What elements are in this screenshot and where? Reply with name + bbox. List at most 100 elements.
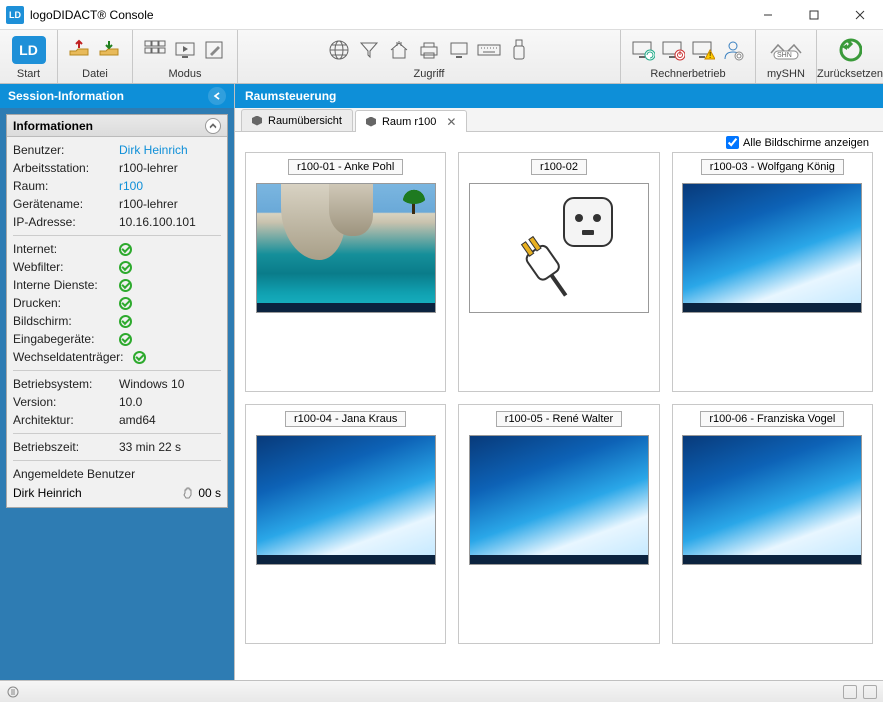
toolbar-label-datei: Datei (82, 68, 108, 80)
show-all-label: Alle Bildschirme anzeigen (743, 137, 869, 149)
screen-r100-04[interactable]: r100-04 - Jana Kraus (245, 404, 446, 644)
value-os: Windows 10 (119, 377, 184, 391)
value-uptime: 33 min 22 s (119, 440, 181, 454)
usb-icon[interactable] (507, 38, 531, 62)
tab-raumuebersicht[interactable]: Raumübersicht (241, 109, 353, 131)
svg-text:!: ! (709, 51, 711, 60)
close-button[interactable] (837, 0, 883, 30)
app-logo-icon: LD (6, 6, 24, 24)
toolbar-label-myshn: mySHN (767, 68, 805, 80)
collect-file-icon[interactable] (98, 38, 122, 62)
screen-r100-02[interactable]: r100-02 (458, 152, 659, 392)
globe-icon[interactable] (327, 38, 351, 62)
play-screen-icon[interactable] (173, 38, 197, 62)
value-geraetename: r100-lehrer (119, 197, 178, 211)
screen-r100-03[interactable]: r100-03 - Wolfgang König (672, 152, 873, 392)
value-raum[interactable]: r100 (119, 179, 143, 193)
label-raum: Raum: (13, 179, 119, 193)
label-os: Betriebsystem: (13, 377, 119, 391)
monitor-icon[interactable] (447, 38, 471, 62)
label-bildschirm: Bildschirm: (13, 314, 119, 328)
start-logo-icon: LD (12, 36, 46, 64)
close-tab-icon[interactable]: ✕ (446, 115, 456, 129)
collapse-sidebar-button[interactable] (208, 87, 226, 105)
screen-label: r100-04 - Jana Kraus (285, 411, 406, 427)
screen-label: r100-05 - René Walter (496, 411, 622, 427)
keyboard-icon[interactable] (477, 38, 501, 62)
toolbar-group-rechnerbetrieb: ! Rechnerbetrieb (621, 30, 756, 83)
value-ip: 10.16.100.101 (119, 215, 196, 229)
show-all-checkbox[interactable]: Alle Bildschirme anzeigen (726, 136, 869, 149)
label-eingabe: Eingabegeräte: (13, 332, 119, 346)
collapse-info-button[interactable] (205, 118, 221, 134)
hand-icon (182, 487, 194, 499)
label-arch: Architektur: (13, 413, 119, 427)
edit-icon[interactable] (203, 38, 227, 62)
tab-raum-r100[interactable]: Raum r100✕ (355, 110, 467, 132)
info-panel-title: Informationen (13, 119, 93, 133)
distribute-file-icon[interactable] (68, 38, 92, 62)
check-icon (119, 333, 132, 346)
toolbar-group-modus: Modus (133, 30, 238, 83)
status-left-icon[interactable] (6, 685, 20, 699)
titlebar: LD logoDIDACT® Console (0, 0, 883, 30)
check-icon (119, 261, 132, 274)
user-icon[interactable] (721, 38, 745, 62)
check-icon (119, 315, 132, 328)
statusbar (0, 680, 883, 702)
check-icon (133, 351, 146, 364)
content-header: Raumsteuerung (235, 84, 883, 108)
cube-icon (366, 117, 376, 127)
check-icon (119, 279, 132, 292)
tab-label: Raumübersicht (268, 115, 342, 127)
value-benutzer[interactable]: Dirk Heinrich (119, 143, 188, 157)
unplugged-icon (494, 188, 624, 308)
screens-grid-icon[interactable] (143, 38, 167, 62)
house-icon[interactable] (387, 38, 411, 62)
toolbar-label-rechnerbetrieb: Rechnerbetrieb (650, 68, 725, 80)
toolbar-group-datei: Datei (58, 30, 133, 83)
minimize-button[interactable] (745, 0, 791, 30)
label-arbeitsstation: Arbeitsstation: (13, 161, 119, 175)
printer-icon[interactable] (417, 38, 441, 62)
status-icon-1[interactable] (843, 685, 857, 699)
screen-r100-06[interactable]: r100-06 - Franziska Vogel (672, 404, 873, 644)
content: Raumsteuerung Raumübersicht Raum r100✕ A… (234, 84, 883, 680)
toolbar-label-start: Start (17, 68, 40, 80)
maximize-button[interactable] (791, 0, 837, 30)
filter-icon[interactable] (357, 38, 381, 62)
info-panel-header[interactable]: Informationen (7, 115, 227, 137)
pc-warn-icon[interactable]: ! (691, 38, 715, 62)
toolbar-group-myshn[interactable]: SHN mySHN (756, 30, 817, 83)
toolbar-group-reset[interactable]: Zurücksetzen (817, 30, 883, 83)
screen-thumbnail (682, 183, 862, 313)
value-version: 10.0 (119, 395, 142, 409)
label-benutzer: Benutzer: (13, 143, 119, 157)
label-drucken: Drucken: (13, 296, 119, 310)
cube-icon (252, 116, 262, 126)
screen-thumbnail-offline (469, 183, 649, 313)
idle-time: 00 s (198, 486, 221, 500)
screen-label: r100-02 (531, 159, 587, 175)
session-header: Session-Information (0, 84, 234, 108)
sidebar: Session-Information Informationen Benutz… (0, 84, 234, 680)
status-icon-2[interactable] (863, 685, 877, 699)
logged-user: Dirk Heinrich (13, 486, 82, 500)
toolbar-group-start[interactable]: LD Start (0, 30, 58, 83)
show-all-input[interactable] (726, 136, 739, 149)
label-ip: IP-Adresse: (13, 215, 119, 229)
screen-label: r100-06 - Franziska Vogel (700, 411, 844, 427)
label-geraetename: Gerätename: (13, 197, 119, 211)
reset-icon (838, 38, 862, 62)
check-icon (119, 243, 132, 256)
screen-r100-05[interactable]: r100-05 - René Walter (458, 404, 659, 644)
pc-power-icon[interactable] (661, 38, 685, 62)
check-icon (119, 297, 132, 310)
screen-label: r100-03 - Wolfgang König (701, 159, 844, 175)
screen-r100-01[interactable]: r100-01 - Anke Pohl (245, 152, 446, 392)
screen-label: r100-01 - Anke Pohl (288, 159, 403, 175)
window-title: logoDIDACT® Console (30, 8, 745, 22)
pc-sync-icon[interactable] (631, 38, 655, 62)
toolbar-label-modus: Modus (168, 68, 201, 80)
label-version: Version: (13, 395, 119, 409)
